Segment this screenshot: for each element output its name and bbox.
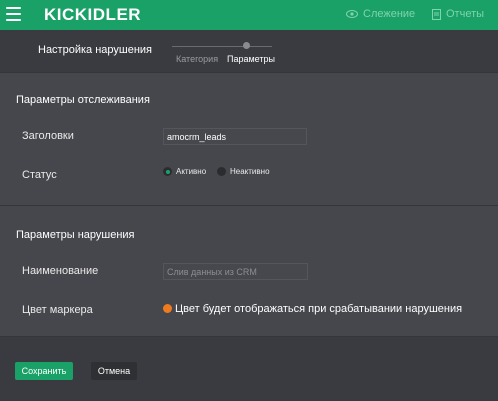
page-title: Настройка нарушения: [38, 44, 153, 56]
name-input[interactable]: Слив данных из CRM: [163, 263, 308, 280]
cancel-button[interactable]: Отмена: [91, 362, 137, 380]
steps-progress-line: [172, 46, 272, 47]
tracking-section-title: Параметры отслеживания: [16, 94, 150, 106]
menu-icon[interactable]: [6, 7, 21, 21]
document-icon: [432, 8, 441, 20]
status-active-label: Активно: [176, 167, 207, 176]
tracking-panel: Параметры отслеживания Заголовки amocrm_…: [0, 72, 498, 205]
app-logo: KICKIDLER: [44, 5, 142, 24]
page-header: Настройка нарушения Категория Параметры: [0, 30, 498, 72]
nav-reports-link[interactable]: Отчеты: [432, 8, 484, 20]
nav-reports-label: Отчеты: [446, 8, 485, 20]
step-parameters[interactable]: Параметры: [227, 54, 275, 64]
status-inactive-label: Неактивно: [230, 167, 270, 176]
active-step-marker: [243, 42, 250, 49]
status-active-radio[interactable]: Активно: [163, 167, 206, 176]
marker-description: Цвет будет отображаться при срабатывании…: [175, 303, 463, 315]
eye-icon: [346, 10, 358, 18]
marker-color-swatch[interactable]: [163, 304, 172, 313]
radio-unchecked-icon: [217, 167, 226, 176]
nav-watch-label: Слежение: [363, 8, 416, 20]
violation-section-title: Параметры нарушения: [16, 229, 135, 241]
marker-color-label: Цвет маркера: [22, 304, 93, 316]
top-bar: KICKIDLER Слежение Отчеты: [0, 0, 498, 30]
violation-panel: Параметры нарушения Наименование Слив да…: [0, 205, 498, 336]
actions-footer: Сохранить Отмена: [0, 336, 498, 401]
nav-watch-link[interactable]: Слежение: [346, 8, 415, 20]
headers-label: Заголовки: [22, 130, 74, 142]
headers-input[interactable]: amocrm_leads: [163, 128, 307, 145]
status-label: Статус: [22, 169, 57, 181]
name-label: Наименование: [22, 265, 99, 277]
step-category[interactable]: Категория: [176, 54, 218, 64]
radio-checked-icon: [163, 167, 172, 176]
status-inactive-radio[interactable]: Неактивно: [217, 167, 270, 176]
save-button[interactable]: Сохранить: [15, 362, 73, 380]
